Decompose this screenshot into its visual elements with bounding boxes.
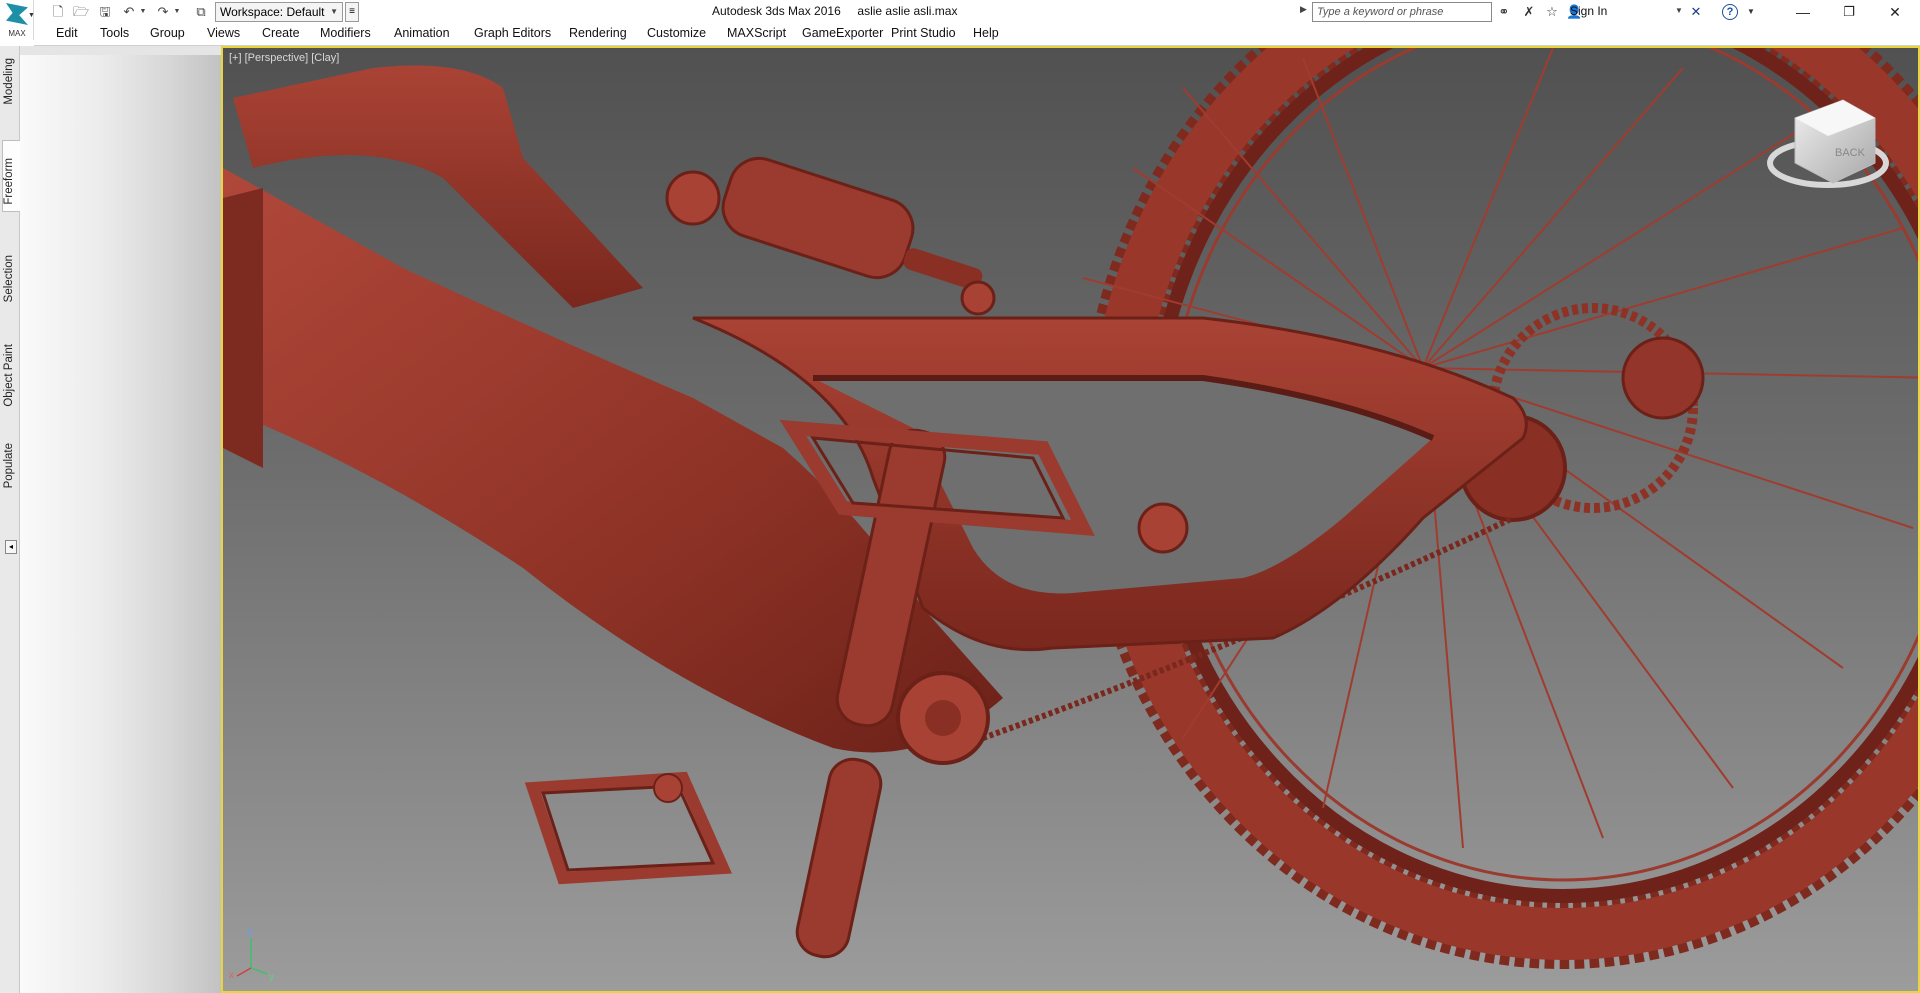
ribbon-tab-object-paint[interactable]: Object Paint (3, 344, 15, 407)
menu-customize[interactable]: Customize (647, 26, 706, 40)
window-title: Autodesk 3ds Max 2016 aslie aslie asli.m… (712, 4, 958, 18)
ribbon-tab-strip: Modeling Freeform Selection Object Paint… (0, 46, 20, 993)
workspace-dropdown[interactable]: Workspace: Default ▼ (215, 2, 343, 22)
exchange-apps-icon[interactable]: ✕ (1687, 3, 1705, 21)
sign-in-button[interactable]: Sign In (1570, 4, 1607, 18)
menu-maxscript[interactable]: MAXScript (727, 26, 786, 40)
redo-dropdown-icon[interactable]: ▼ (172, 3, 182, 21)
project-folder-icon[interactable]: ⧉ (192, 3, 210, 21)
menu-print-studio[interactable]: Print Studio (891, 26, 956, 40)
frame-edge (223, 188, 263, 468)
menu-views[interactable]: Views (207, 26, 240, 40)
menu-animation[interactable]: Animation (394, 26, 450, 40)
ribbon-tab-freeform[interactable]: Freeform (3, 158, 15, 205)
menu-create[interactable]: Create (262, 26, 300, 40)
ribbon-tab-selection[interactable]: Selection (3, 255, 15, 302)
menu-gameexporter[interactable]: GameExporter (802, 26, 883, 40)
new-file-icon[interactable]: 🗋 (49, 3, 67, 21)
axis-z-label: z (247, 927, 252, 938)
undo-icon[interactable]: ↶ (120, 3, 138, 21)
brake-caliper (1621, 336, 1705, 420)
search-input[interactable]: Type a keyword or phrase (1312, 2, 1492, 22)
axis-y-label: y (269, 972, 274, 983)
app-menu-button[interactable]: ▼ MAX (0, 0, 35, 40)
menu-group[interactable]: Group (150, 26, 185, 40)
open-file-icon[interactable]: 🗁 (72, 3, 90, 21)
save-icon[interactable]: 🖫 (96, 3, 114, 21)
ribbon-tab-populate[interactable]: Populate (3, 443, 15, 488)
workspace-menu-icon[interactable]: ≡ (345, 2, 359, 22)
chevron-down-icon: ▼ (28, 12, 35, 19)
viewcube-face-label: BACK (1835, 147, 1866, 159)
ribbon-panel-header (20, 46, 221, 55)
bike-model-render: BACK z x y (223, 48, 1918, 983)
app-logo-icon (6, 3, 28, 25)
favorites-star-icon[interactable]: ☆ (1543, 3, 1561, 21)
axis-x-label: x (229, 970, 234, 981)
binoculars-icon[interactable]: ⚭ (1495, 3, 1513, 21)
menu-help[interactable]: Help (973, 26, 999, 40)
help-icon[interactable]: ? (1722, 4, 1738, 20)
chevron-down-icon: ▼ (330, 7, 338, 16)
restore-button[interactable]: ❐ (1826, 0, 1872, 24)
logo-text: MAX (8, 29, 26, 38)
viewport-label-menu[interactable]: [+] [Perspective] [Clay] (229, 52, 339, 64)
axis-tripod: z x y (229, 927, 274, 983)
search-expand-icon[interactable]: ▶ (1300, 4, 1307, 15)
communication-center-icon[interactable]: ✗ (1520, 3, 1538, 21)
menu-tools[interactable]: Tools (100, 26, 129, 40)
minimize-button[interactable]: — (1780, 0, 1826, 24)
workspace-label: Workspace: Default (220, 5, 325, 19)
ribbon-toggle-icon[interactable]: ◂ (5, 540, 17, 554)
menu-rendering[interactable]: Rendering (569, 26, 627, 40)
menu-modifiers[interactable]: Modifiers (320, 26, 371, 40)
redo-icon[interactable]: ↷ (154, 3, 172, 21)
menu-edit[interactable]: Edit (56, 26, 78, 40)
perspective-viewport[interactable]: BACK z x y [+] [Perspective] [Clay] (221, 46, 1920, 993)
help-dropdown-icon[interactable]: ▼ (1742, 3, 1760, 21)
chevron-down-icon[interactable]: ▼ (1675, 6, 1683, 15)
ribbon-tab-modeling[interactable]: Modeling (3, 58, 15, 105)
close-button[interactable]: ✕ (1872, 0, 1918, 24)
menu-graph-editors[interactable]: Graph Editors (474, 26, 551, 40)
undo-dropdown-icon[interactable]: ▼ (138, 3, 148, 21)
rear-shock (665, 156, 996, 316)
ribbon-panel (20, 55, 221, 993)
